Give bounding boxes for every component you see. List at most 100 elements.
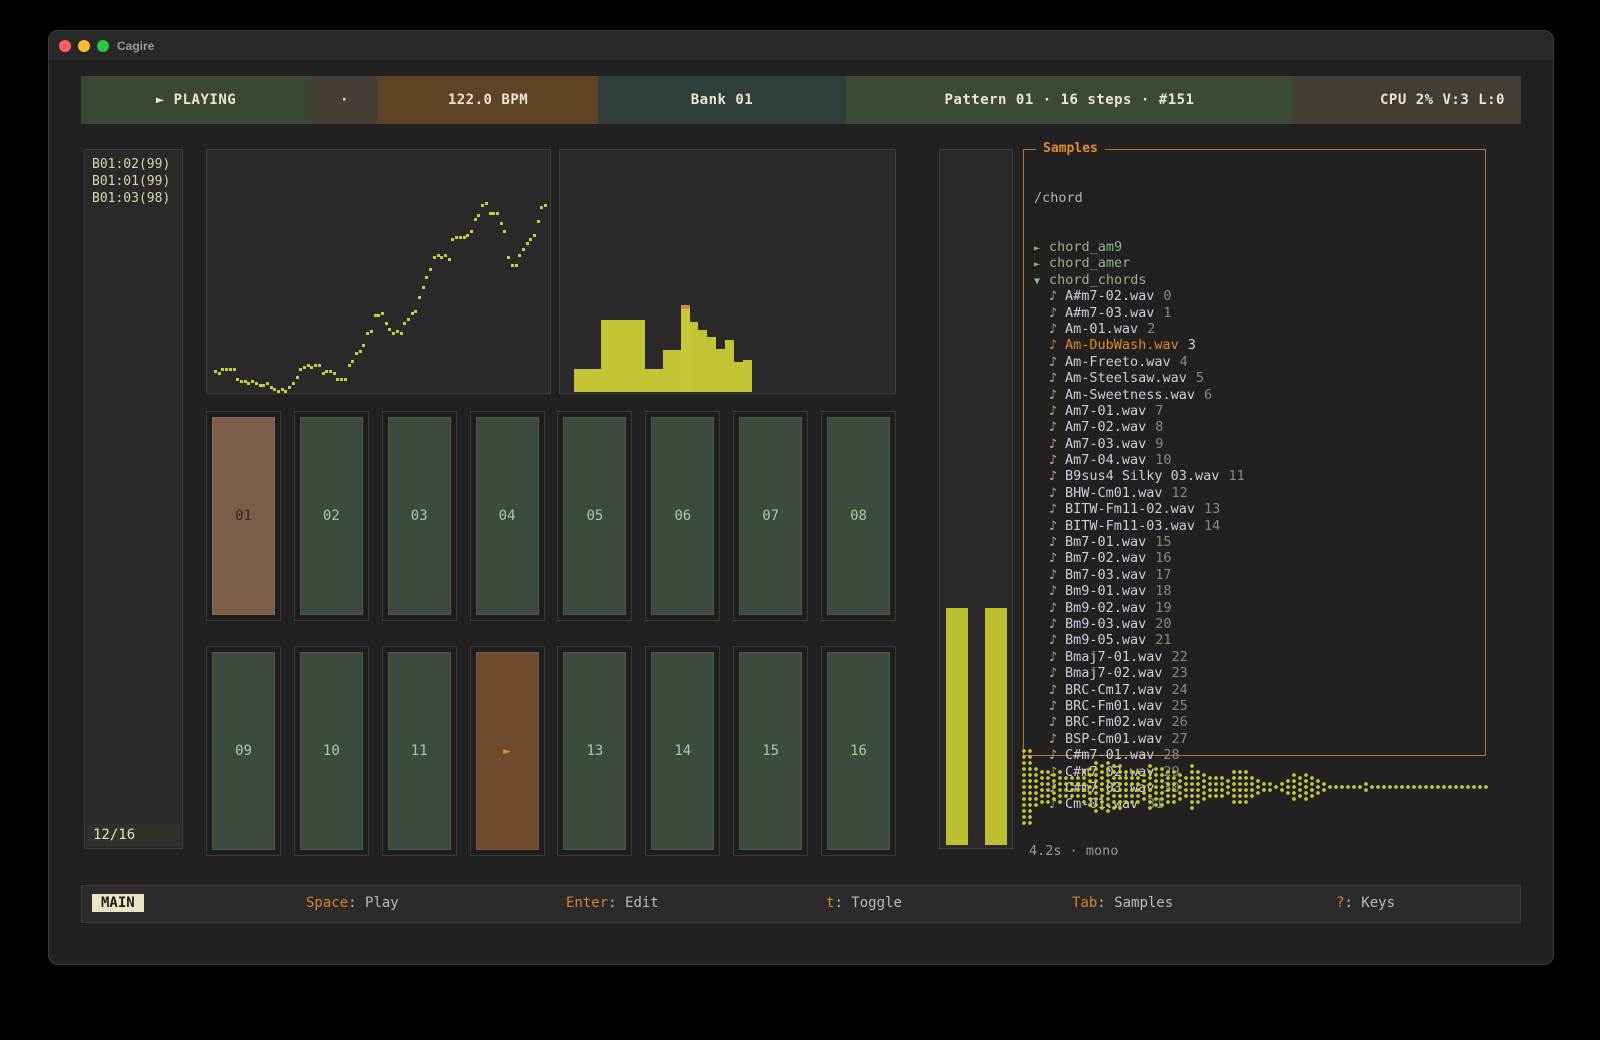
scatter-point bbox=[247, 382, 250, 385]
file-index: 4 bbox=[1180, 354, 1188, 370]
sample-file-A#m7-02.wav[interactable]: ♪A#m7-02.wav0 bbox=[1034, 288, 1479, 304]
sample-file-Am-DubWash.wav[interactable]: ♪Am-DubWash.wav3 bbox=[1034, 337, 1479, 353]
status-segment-bpm[interactable]: 122.0 BPM bbox=[378, 76, 598, 124]
pad-07[interactable]: 07 bbox=[733, 411, 808, 621]
sample-file-BRC-Fm02.wav[interactable]: ♪BRC-Fm02.wav26 bbox=[1034, 714, 1479, 730]
pitch-scatter-chart bbox=[206, 149, 551, 394]
file-index: 7 bbox=[1155, 403, 1163, 419]
pad-08[interactable]: 08 bbox=[821, 411, 896, 621]
scatter-point bbox=[366, 332, 369, 335]
status-segment-pattern[interactable]: Pattern 01 · 16 steps · #151 bbox=[846, 76, 1293, 124]
scatter-point bbox=[318, 364, 321, 367]
file-index: 16 bbox=[1155, 550, 1171, 566]
file-index: 21 bbox=[1155, 632, 1171, 648]
sample-file-Am-Steelsaw.wav[interactable]: ♪Am-Steelsaw.wav5 bbox=[1034, 370, 1479, 386]
pad-06[interactable]: 06 bbox=[645, 411, 720, 621]
sample-file-Bmaj7-02.wav[interactable]: ♪Bmaj7-02.wav23 bbox=[1034, 665, 1479, 681]
samples-panel-title: Samples bbox=[1036, 141, 1105, 156]
voice-item: B01:01(99) bbox=[92, 173, 170, 190]
scatter-point bbox=[281, 388, 284, 391]
scatter-point bbox=[418, 296, 421, 299]
pad-surface: 03 bbox=[388, 417, 451, 615]
titlebar[interactable]: Cagire bbox=[49, 31, 1553, 62]
minimize-window-button[interactable] bbox=[78, 40, 90, 52]
pad-13[interactable]: 13 bbox=[557, 646, 632, 856]
sample-folder-chord_amer[interactable]: ►chord_amer bbox=[1034, 255, 1479, 271]
sample-browser-tree: /chord ►chord_am9►chord_amer▼chord_chord… bbox=[1034, 157, 1479, 813]
file-name: Am-01.wav bbox=[1065, 321, 1138, 337]
pad-surface: 07 bbox=[739, 417, 802, 615]
sample-file-BHW-Cm01.wav[interactable]: ♪BHW-Cm01.wav12 bbox=[1034, 485, 1479, 501]
pad-14[interactable]: 14 bbox=[645, 646, 720, 856]
scatter-point bbox=[348, 364, 351, 367]
note-icon: ♪ bbox=[1049, 714, 1065, 730]
sample-file-BRC-Cm17.wav[interactable]: ♪BRC-Cm17.wav24 bbox=[1034, 682, 1479, 698]
sample-file-B9sus4 Silky 03.wav[interactable]: ♪B9sus4 Silky 03.wav11 bbox=[1034, 468, 1479, 484]
spectrum-bar bbox=[654, 369, 663, 392]
sample-file-BITW-Fm11-03.wav[interactable]: ♪BITW-Fm11-03.wav14 bbox=[1034, 518, 1479, 534]
zoom-window-button[interactable] bbox=[97, 40, 109, 52]
sample-file-Am-01.wav[interactable]: ♪Am-01.wav2 bbox=[1034, 321, 1479, 337]
note-icon: ♪ bbox=[1049, 305, 1065, 321]
sample-file-Am7-03.wav[interactable]: ♪Am7-03.wav9 bbox=[1034, 436, 1479, 452]
sample-file-Bm7-01.wav[interactable]: ♪Bm7-01.wav15 bbox=[1034, 534, 1479, 550]
pad-02[interactable]: 02 bbox=[294, 411, 369, 621]
close-window-button[interactable] bbox=[59, 40, 71, 52]
folder-name: chord_am9 bbox=[1049, 239, 1122, 255]
file-name: BITW-Fm11-02.wav bbox=[1065, 501, 1195, 517]
scatter-point bbox=[307, 364, 310, 367]
sample-file-Bmaj7-01.wav[interactable]: ♪Bmaj7-01.wav22 bbox=[1034, 649, 1479, 665]
sample-file-Am-Freeto.wav[interactable]: ♪Am-Freeto.wav4 bbox=[1034, 354, 1479, 370]
pad-01[interactable]: 01 bbox=[206, 411, 281, 621]
pad-11[interactable]: 11 bbox=[382, 646, 457, 856]
sample-file-Bm9-01.wav[interactable]: ♪Bm9-01.wav18 bbox=[1034, 583, 1479, 599]
samples-panel: Samples /chord ►chord_am9►chord_amer▼cho… bbox=[1023, 149, 1486, 756]
pad-10[interactable]: 10 bbox=[294, 646, 369, 856]
sample-file-BRC-Fm01.wav[interactable]: ♪BRC-Fm01.wav25 bbox=[1034, 698, 1479, 714]
note-icon: ♪ bbox=[1049, 452, 1065, 468]
scatter-point bbox=[277, 390, 280, 393]
status-segment-bank[interactable]: Bank 01 bbox=[598, 76, 846, 124]
pad-09[interactable]: 09 bbox=[206, 646, 281, 856]
status-segment-transport[interactable]: ► PLAYING bbox=[81, 76, 311, 124]
sample-file-Am-Sweetness.wav[interactable]: ♪Am-Sweetness.wav6 bbox=[1034, 387, 1479, 403]
file-name: Bm9-02.wav bbox=[1065, 600, 1146, 616]
sample-folder-chord_chords[interactable]: ▼chord_chords bbox=[1034, 272, 1479, 288]
file-name: Bm7-03.wav bbox=[1065, 567, 1146, 583]
sample-file-Bm7-02.wav[interactable]: ♪Bm7-02.wav16 bbox=[1034, 550, 1479, 566]
window-title: Cagire bbox=[117, 39, 154, 53]
scatter-point bbox=[485, 202, 488, 205]
scatter-point bbox=[292, 382, 295, 385]
scatter-point bbox=[540, 206, 543, 209]
pad-surface: 16 bbox=[827, 652, 890, 850]
sample-file-Am7-01.wav[interactable]: ♪Am7-01.wav7 bbox=[1034, 403, 1479, 419]
file-index: 26 bbox=[1172, 714, 1188, 730]
pad-03[interactable]: 03 bbox=[382, 411, 457, 621]
sample-folder-chord_am9[interactable]: ►chord_am9 bbox=[1034, 239, 1479, 255]
sample-file-Bm9-02.wav[interactable]: ♪Bm9-02.wav19 bbox=[1034, 600, 1479, 616]
scatter-point bbox=[496, 212, 499, 215]
sample-file-Bm7-03.wav[interactable]: ♪Bm7-03.wav17 bbox=[1034, 567, 1479, 583]
active-voices-list: B01:02(99)B01:01(99)B01:03(98) bbox=[92, 156, 170, 207]
file-name: Am7-04.wav bbox=[1065, 452, 1146, 468]
scatter-point bbox=[392, 332, 395, 335]
note-icon: ♪ bbox=[1049, 632, 1065, 648]
pad-04[interactable]: 04 bbox=[470, 411, 545, 621]
sample-file-Bm9-05.wav[interactable]: ♪Bm9-05.wav21 bbox=[1034, 632, 1479, 648]
note-icon: ♪ bbox=[1049, 354, 1065, 370]
sample-file-A#m7-03.wav[interactable]: ♪A#m7-03.wav1 bbox=[1034, 305, 1479, 321]
sample-file-BITW-Fm11-02.wav[interactable]: ♪BITW-Fm11-02.wav13 bbox=[1034, 501, 1479, 517]
hint-action: : Samples bbox=[1097, 895, 1173, 911]
sample-file-Am7-04.wav[interactable]: ♪Am7-04.wav10 bbox=[1034, 452, 1479, 468]
pad-05[interactable]: 05 bbox=[557, 411, 632, 621]
pad-15[interactable]: 15 bbox=[733, 646, 808, 856]
chevron-down-icon[interactable]: ▼ bbox=[1034, 274, 1049, 290]
scatter-point bbox=[511, 264, 514, 267]
folder-name: chord_chords bbox=[1049, 272, 1147, 288]
file-name: Bmaj7-02.wav bbox=[1065, 665, 1163, 681]
sample-file-Bm9-03.wav[interactable]: ♪Bm9-03.wav20 bbox=[1034, 616, 1479, 632]
sample-file-Am7-02.wav[interactable]: ♪Am7-02.wav8 bbox=[1034, 419, 1479, 435]
pad-12[interactable]: ► bbox=[470, 646, 545, 856]
pad-16[interactable]: 16 bbox=[821, 646, 896, 856]
scatter-point bbox=[425, 276, 428, 279]
